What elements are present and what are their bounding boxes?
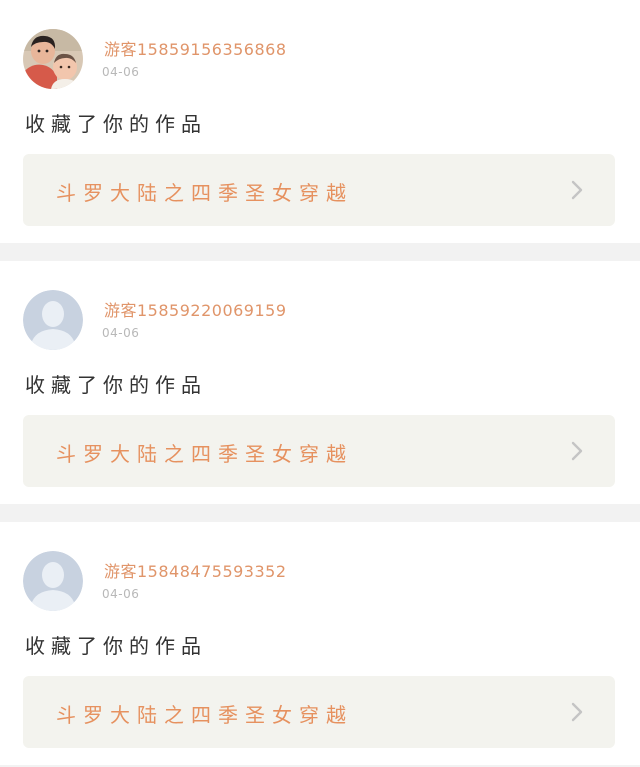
- avatar[interactable]: [23, 551, 83, 611]
- action-text: 收藏了你的作品: [25, 634, 207, 658]
- work-link[interactable]: 斗罗大陆之四季圣女穿越: [23, 154, 615, 226]
- list-item: 游客15859156356868 04-06 收藏了你的作品 斗罗大陆之四季圣女…: [0, 0, 640, 243]
- work-title: 斗罗大陆之四季圣女穿越: [56, 703, 353, 727]
- photo-avatar-icon: [23, 29, 83, 89]
- timestamp: 04-06: [102, 587, 140, 601]
- timestamp: 04-06: [102, 65, 140, 79]
- chevron-right-icon: [571, 441, 583, 461]
- avatar[interactable]: [23, 290, 83, 350]
- work-title: 斗罗大陆之四季圣女穿越: [56, 442, 353, 466]
- username[interactable]: 游客15859220069159: [104, 297, 287, 321]
- chevron-right-icon: [571, 180, 583, 200]
- avatar[interactable]: [23, 29, 83, 89]
- notification-feed: 游客15859156356868 04-06 收藏了你的作品 斗罗大陆之四季圣女…: [0, 0, 640, 765]
- list-item: 游客15848475593352 04-06 收藏了你的作品 斗罗大陆之四季圣女…: [0, 522, 640, 765]
- username[interactable]: 游客15848475593352: [104, 558, 287, 582]
- action-text: 收藏了你的作品: [25, 112, 207, 136]
- work-title: 斗罗大陆之四季圣女穿越: [56, 181, 353, 205]
- list-item: 游客15859220069159 04-06 收藏了你的作品 斗罗大陆之四季圣女…: [0, 261, 640, 504]
- chevron-right-icon: [571, 702, 583, 722]
- username[interactable]: 游客15859156356868: [104, 36, 287, 60]
- work-link[interactable]: 斗罗大陆之四季圣女穿越: [23, 676, 615, 748]
- default-avatar-icon: [23, 551, 83, 611]
- timestamp: 04-06: [102, 326, 140, 340]
- action-text: 收藏了你的作品: [25, 373, 207, 397]
- work-link[interactable]: 斗罗大陆之四季圣女穿越: [23, 415, 615, 487]
- default-avatar-icon: [23, 290, 83, 350]
